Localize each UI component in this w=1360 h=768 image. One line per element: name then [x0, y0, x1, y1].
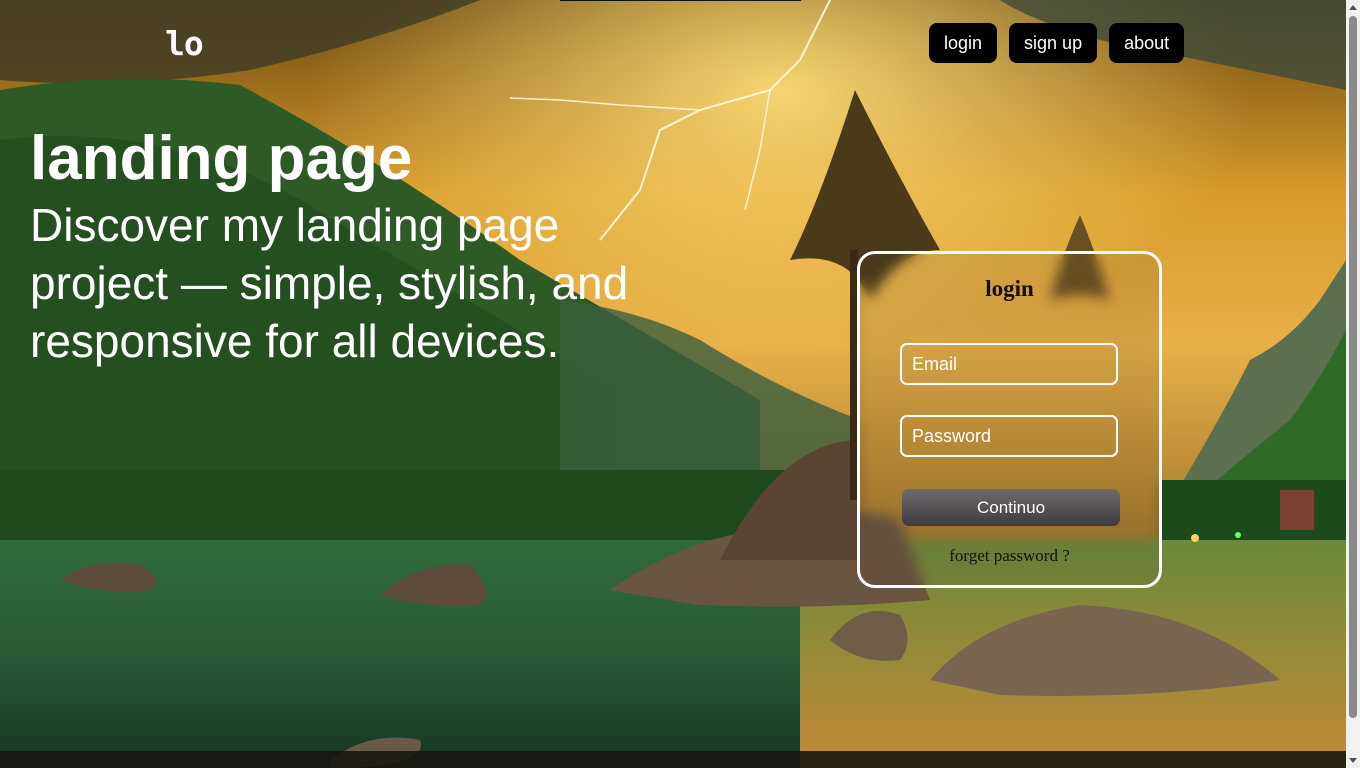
scroll-up-arrow-icon[interactable]: [1349, 5, 1357, 10]
hero-subtitle: Discover my landing page project — simpl…: [30, 199, 629, 367]
landing-page: lo login sign up about landing page Disc…: [0, 0, 1360, 768]
email-field[interactable]: [900, 343, 1118, 385]
hero-title: landing page: [30, 124, 413, 193]
scrollbar-thumb[interactable]: [1349, 16, 1357, 718]
top-divider-line: [560, 0, 801, 1]
site-logo[interactable]: lo: [165, 24, 204, 64]
vertical-scrollbar[interactable]: [1346, 0, 1360, 768]
forgot-password-link[interactable]: forget password ?: [860, 546, 1159, 566]
nav-about-button[interactable]: about: [1109, 23, 1185, 63]
nav-signup-button[interactable]: sign up: [1009, 23, 1098, 63]
continue-button[interactable]: Continuo: [902, 489, 1120, 526]
login-form-title: login: [985, 276, 1034, 301]
top-navigation: login sign up about: [929, 23, 1185, 63]
login-form-card: login Continuo forget password ?: [857, 251, 1162, 588]
bottom-strip: [0, 751, 1346, 768]
scroll-down-arrow-icon[interactable]: [1349, 758, 1357, 763]
password-field[interactable]: [900, 415, 1118, 457]
nav-login-button[interactable]: login: [929, 23, 998, 63]
hero-section: landing page Discover my landing page pr…: [30, 122, 640, 370]
